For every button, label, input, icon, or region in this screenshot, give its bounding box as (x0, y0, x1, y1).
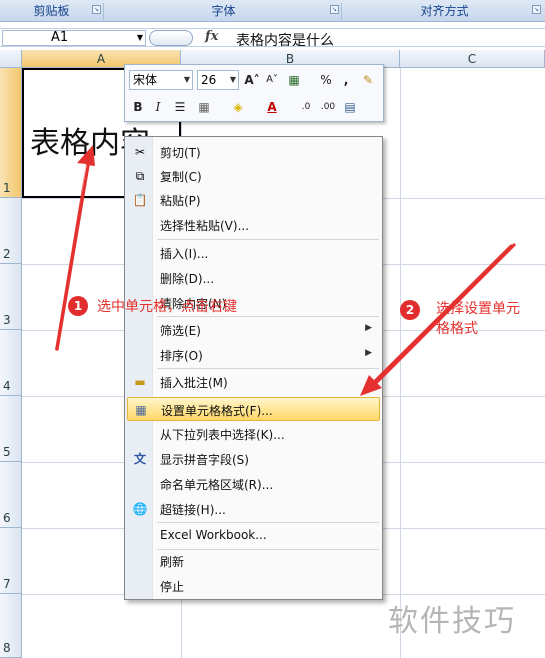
annotation-text-2-line2: 格格式 (436, 321, 478, 337)
annotation-badge-1: 1 (68, 296, 88, 316)
annotation-badge-2: 2 (400, 300, 420, 320)
annotation-arrow-1-shaft (55, 159, 91, 351)
watermark: 软件技巧 (388, 604, 516, 639)
annotation-text-1: 选中单元格，点击右键 (97, 299, 237, 315)
annotation-text-2-line1: 选择设置单元 (436, 301, 520, 317)
